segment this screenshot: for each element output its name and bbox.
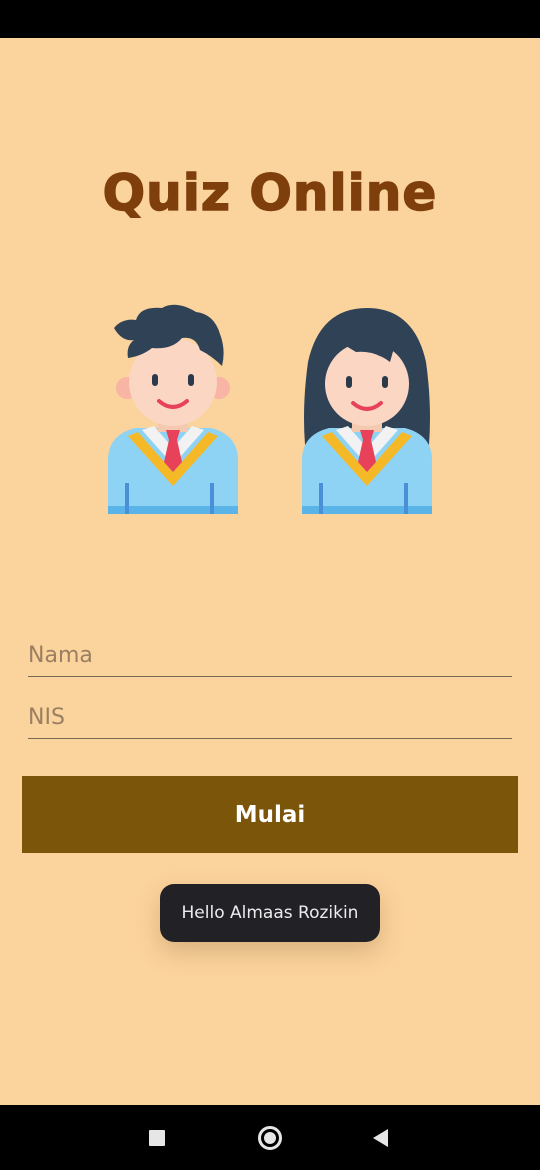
back-icon — [372, 1128, 388, 1147]
home-icon — [258, 1125, 282, 1150]
student-girl-icon — [302, 308, 432, 514]
recent-apps-button[interactable] — [122, 1105, 192, 1170]
name-input[interactable] — [28, 634, 512, 676]
student-boy-icon — [108, 304, 238, 514]
start-button[interactable]: Mulai — [22, 776, 518, 853]
toast-message: Hello Almaas Rozikin — [160, 884, 380, 942]
back-button[interactable] — [345, 1105, 415, 1170]
app-title: Quiz Online — [102, 163, 438, 223]
name-field-container — [28, 634, 512, 677]
recent-apps-icon — [149, 1129, 165, 1146]
nis-field-container — [28, 696, 512, 739]
nis-input[interactable] — [28, 696, 512, 738]
status-bar — [0, 0, 540, 38]
home-button[interactable] — [235, 1105, 305, 1170]
navigation-bar — [0, 1105, 540, 1170]
